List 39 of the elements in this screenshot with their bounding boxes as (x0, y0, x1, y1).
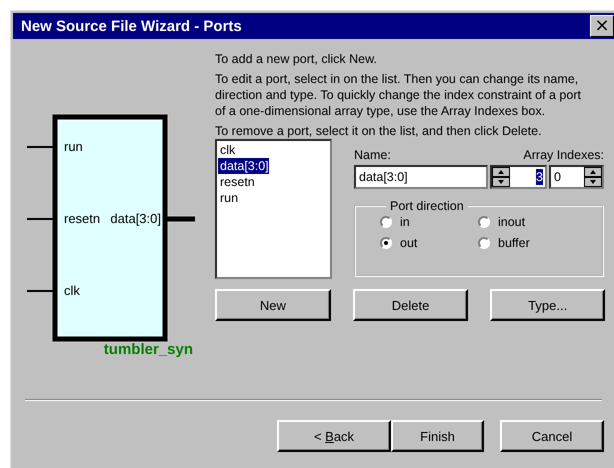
nav-button[interactable]: < Back (277, 420, 391, 452)
index-high-field[interactable]: 3 (490, 165, 547, 189)
port-list[interactable]: clk data[3:0] resetn run (215, 139, 332, 279)
action-button[interactable]: New (215, 289, 331, 321)
port-label: resetn (64, 211, 100, 226)
nav-button[interactable]: Cancel (500, 420, 604, 452)
window-title: New Source File Wizard - Ports (21, 18, 242, 34)
array-indexes-label: Array Indexes: (523, 147, 604, 163)
port-label: data[3:0] (110, 211, 161, 226)
port-label: clk (64, 283, 80, 298)
spinner-icon[interactable] (584, 167, 602, 187)
instruction-text: To add a new port, click New. (215, 51, 378, 67)
close-button[interactable]: × (590, 15, 614, 37)
port-list-item[interactable]: resetn (218, 174, 255, 190)
name-field[interactable]: data[3:0] (354, 165, 488, 189)
instruction-text: To edit a port, select in on the list. Then you can change its name, direction and type. To quickly change the index constraint of a port of a one-dimensional array type, use the Array Indexes box. (215, 71, 582, 119)
nav-button[interactable]: Finish (391, 420, 484, 452)
group-title: Port direction (389, 199, 465, 213)
radio-label: inout (498, 215, 526, 229)
name-label: Name: (354, 147, 391, 163)
radio-button[interactable] (380, 237, 392, 249)
entity-name: tumbler_syn (104, 341, 193, 357)
radio-button[interactable] (478, 216, 490, 228)
radio-label: in (400, 215, 410, 229)
action-button[interactable]: Delete (352, 289, 468, 321)
port-list-item[interactable]: run (218, 190, 238, 206)
action-button[interactable]: Type... (490, 289, 606, 321)
index-high-value: 3 (536, 169, 543, 185)
index-low-field[interactable]: 0 (549, 165, 604, 189)
radio-button[interactable] (478, 237, 490, 249)
instruction-text: To remove a port, select it on the list, and then click Delete. (215, 123, 543, 139)
port-label: run (64, 139, 83, 154)
index-low-value: 0 (554, 169, 561, 185)
spinner-icon[interactable] (492, 167, 510, 187)
port-list-item[interactable]: data[3:0] (218, 158, 269, 174)
port-list-item[interactable]: clk (218, 142, 236, 158)
radio-label: out (400, 236, 418, 250)
radio-label: buffer (498, 236, 530, 250)
radio-button[interactable] (380, 216, 392, 228)
